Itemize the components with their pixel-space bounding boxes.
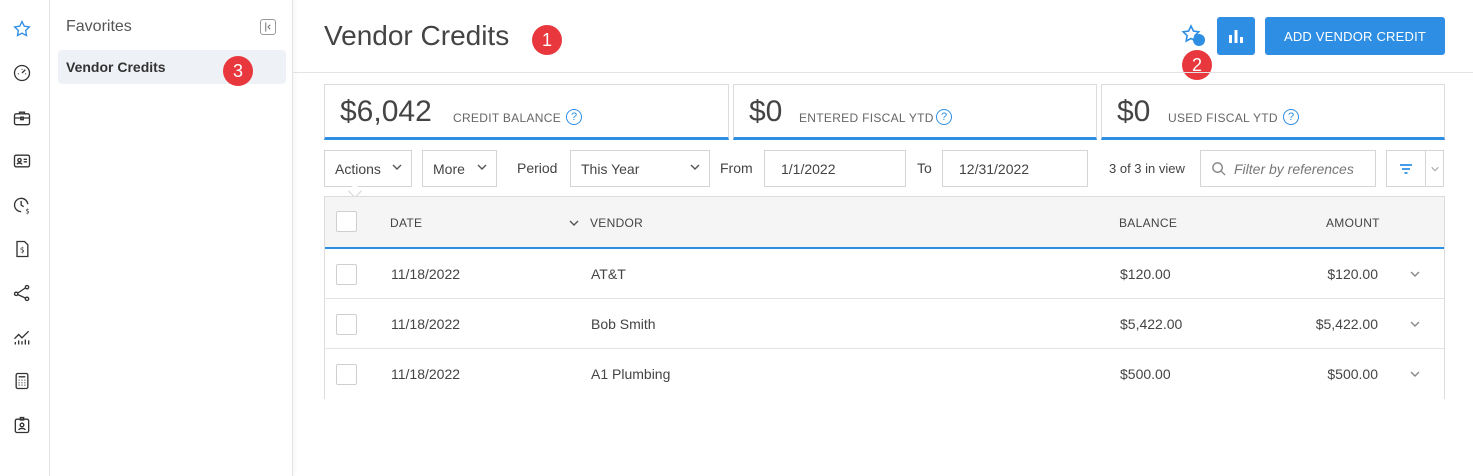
view-count: 3 of 3 in view	[1109, 161, 1185, 176]
expand-chevron-icon[interactable]	[1409, 368, 1421, 380]
cell-balance: $120.00	[1120, 266, 1171, 282]
from-date-value: 1/1/2022	[781, 160, 836, 177]
period-label: Period	[517, 160, 558, 176]
filter-button[interactable]	[1386, 150, 1426, 187]
summary-card-used-fiscal-ytd: $0 USED FISCAL YTD ?	[1101, 84, 1445, 140]
column-header-date[interactable]: DATE	[390, 216, 422, 230]
cell-vendor: Bob Smith	[591, 316, 656, 332]
cell-vendor: A1 Plumbing	[591, 366, 671, 382]
expand-chevron-icon[interactable]	[1409, 318, 1421, 330]
cell-amount: $120.00	[1327, 266, 1378, 282]
collapse-left-icon[interactable]	[260, 19, 276, 35]
cell-balance: $5,422.00	[1120, 316, 1183, 332]
annotation-badge-1: 1	[532, 25, 562, 55]
to-date-value: 12/31/2022	[959, 160, 1030, 177]
cell-date: 11/18/2022	[391, 266, 461, 282]
to-label: To	[917, 160, 932, 176]
to-date-input[interactable]: 12/31/2022	[942, 150, 1088, 187]
select-all-checkbox[interactable]	[336, 211, 357, 232]
briefcase-icon[interactable]	[11, 107, 33, 129]
reports-chart-icon[interactable]	[11, 326, 33, 348]
time-billing-icon[interactable]: $	[11, 194, 33, 216]
chevron-down-icon	[477, 164, 487, 170]
favorite-item-label: Vendor Credits	[66, 59, 166, 75]
cell-amount: $500.00	[1327, 366, 1378, 382]
chevron-down-icon	[1430, 166, 1439, 171]
from-label: From	[720, 160, 753, 176]
help-icon[interactable]: ?	[1283, 109, 1299, 125]
summary-card-entered-fiscal-ytd: $0 ENTERED FISCAL YTD ?	[733, 84, 1097, 140]
cell-vendor: AT&T	[591, 266, 626, 282]
row-checkbox[interactable]	[336, 314, 357, 335]
cell-amount: $5,422.00	[1315, 316, 1378, 332]
column-header-balance[interactable]: BALANCE	[1119, 216, 1177, 230]
svg-text:$: $	[25, 207, 29, 215]
actions-dropdown[interactable]: Actions	[324, 150, 412, 187]
favorites-title: Favorites	[66, 18, 132, 35]
help-icon[interactable]: ?	[936, 109, 952, 125]
sort-chevron-icon[interactable]	[568, 217, 580, 229]
table-row[interactable]: 11/18/2022 AT&T $120.00 $120.00	[325, 249, 1444, 299]
add-vendor-credit-button[interactable]: ADD VENDOR CREDIT	[1265, 17, 1445, 55]
actions-label: Actions	[335, 160, 381, 177]
dashboard-icon[interactable]	[11, 62, 33, 84]
calculator-icon[interactable]	[11, 370, 33, 392]
table-row[interactable]: 11/18/2022 Bob Smith $5,422.00 $5,422.00	[325, 299, 1444, 349]
badge-user-icon[interactable]	[11, 414, 33, 436]
chevron-down-icon	[690, 164, 700, 170]
cell-date: 11/18/2022	[391, 366, 461, 382]
summary-value: $0	[749, 95, 783, 128]
svg-text:$: $	[20, 245, 25, 254]
favorite-star-icon[interactable]	[1180, 23, 1206, 49]
annotation-badge-2: 2	[1182, 50, 1212, 80]
table-header: DATE VENDOR BALANCE AMOUNT	[325, 197, 1444, 249]
summary-label: CREDIT BALANCE	[453, 111, 562, 125]
period-select[interactable]: This Year	[570, 150, 710, 187]
summary-label: ENTERED FISCAL YTD	[799, 111, 934, 125]
icon-rail: $ $	[0, 0, 50, 476]
summary-card-credit-balance: $6,042 CREDIT BALANCE ?	[324, 84, 729, 140]
search-input[interactable]: Filter by references	[1200, 150, 1376, 187]
filter-options-dropdown[interactable]	[1425, 150, 1444, 187]
cell-date: 11/18/2022	[391, 316, 461, 332]
filter-icon	[1400, 163, 1412, 174]
more-label: More	[433, 160, 465, 177]
from-date-input[interactable]: 1/1/2022	[764, 150, 906, 187]
header-divider	[293, 72, 1473, 73]
expand-chevron-icon[interactable]	[1409, 268, 1421, 280]
cell-balance: $500.00	[1120, 366, 1171, 382]
summary-value: $0	[1117, 95, 1151, 128]
bar-chart-icon	[1229, 30, 1243, 43]
search-icon	[1212, 162, 1226, 176]
summary-value: $6,042	[340, 95, 432, 128]
star-icon[interactable]	[11, 18, 33, 40]
favorites-panel: Favorites Vendor Credits 3	[50, 0, 293, 476]
row-checkbox[interactable]	[336, 264, 357, 285]
reports-button[interactable]	[1217, 17, 1255, 55]
period-value: This Year	[581, 160, 640, 177]
contact-card-icon[interactable]	[11, 150, 33, 172]
column-header-vendor[interactable]: VENDOR	[590, 216, 643, 230]
invoice-icon[interactable]: $	[11, 238, 33, 260]
column-header-amount[interactable]: AMOUNT	[1326, 216, 1380, 230]
more-dropdown[interactable]: More	[422, 150, 497, 187]
table-row[interactable]: 11/18/2022 A1 Plumbing $500.00 $500.00	[325, 349, 1444, 399]
help-icon[interactable]: ?	[566, 109, 582, 125]
summary-label: USED FISCAL YTD	[1168, 111, 1278, 125]
vendor-credits-table: DATE VENDOR BALANCE AMOUNT 11/18/2022 AT…	[324, 196, 1445, 399]
row-checkbox[interactable]	[336, 364, 357, 385]
search-placeholder: Filter by references	[1234, 160, 1354, 177]
chevron-down-icon	[392, 164, 402, 170]
annotation-badge-3: 3	[223, 56, 253, 86]
page-title: Vendor Credits	[324, 20, 510, 51]
workflow-icon[interactable]	[11, 282, 33, 304]
